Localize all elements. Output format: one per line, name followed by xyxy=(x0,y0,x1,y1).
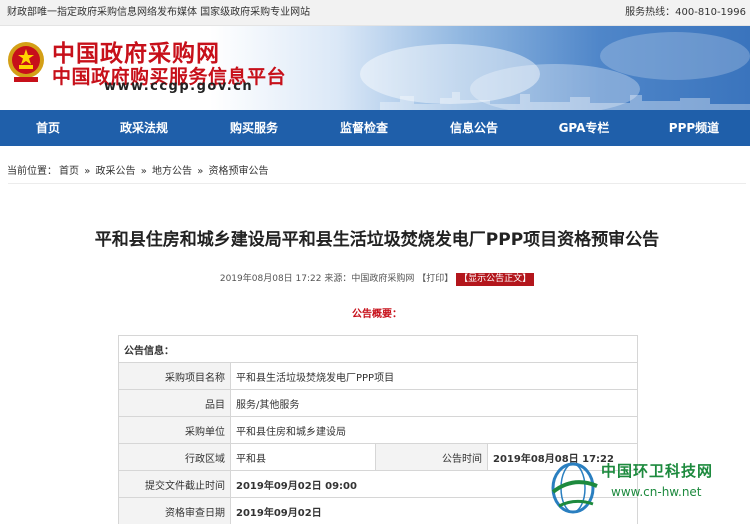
banner-cloud xyxy=(600,32,750,80)
table-row: 公告信息： xyxy=(118,335,638,363)
top-bar-slogan: 财政部唯一指定政府采购信息网络发布媒体 国家级政府采购专业网站 xyxy=(7,7,311,18)
region-value: 平和县 xyxy=(230,443,376,471)
summary-heading: 公告概要： xyxy=(352,309,402,320)
breadcrumb-separator: » xyxy=(140,166,147,177)
project-name-value: 平和县生活垃圾焚烧发电厂PPP项目 xyxy=(230,362,638,390)
breadcrumb-separator: » xyxy=(84,166,91,177)
banner-skyline-graphic xyxy=(380,92,750,110)
publish-time-label: 公告时间 xyxy=(375,443,488,471)
project-name-label: 采购项目名称 xyxy=(118,362,231,390)
top-info-bar: 财政部唯一指定政府采购信息网络发布媒体 国家级政府采购专业网站 服务热线：400… xyxy=(0,0,750,26)
nav-item-purchase-services[interactable]: 购买服务 xyxy=(214,110,294,146)
show-full-text-button[interactable]: 【显示公告正文】 xyxy=(456,273,535,286)
breadcrumb-item-prequalification[interactable]: 资格预审公告 xyxy=(209,166,269,177)
nav-item-supervision[interactable]: 监督检查 xyxy=(324,110,404,146)
nav-item-home[interactable]: 首页 xyxy=(8,110,88,146)
site-logo-title[interactable]: 中国政府采购网 xyxy=(52,42,220,66)
service-hotline: 服务热线：400-810-1996 xyxy=(625,7,746,18)
article-date: 2019年08月08日 17:22 xyxy=(219,274,322,284)
breadcrumb-item-local-announcements[interactable]: 地方公告 xyxy=(152,166,192,177)
site-logo-url: www.ccgp.gov.cn xyxy=(104,79,254,94)
breadcrumb: 当前位置： 首页 » 政采公告 » 地方公告 » 资格预审公告 xyxy=(7,165,271,179)
table-row: 采购项目名称 平和县生活垃圾焚烧发电厂PPP项目 xyxy=(118,362,638,390)
table-row: 采购单位 平和县住房和城乡建设局 xyxy=(118,416,638,444)
breadcrumb-prefix: 当前位置： xyxy=(7,166,57,177)
table-row: 品目 服务/其他服务 xyxy=(118,389,638,417)
nav-item-regulations[interactable]: 政采法规 xyxy=(104,110,184,146)
article-title: 平和县住房和城乡建设局平和县生活垃圾焚烧发电厂PPP项目资格预审公告 xyxy=(94,230,660,250)
main-navigation: 首页 政采法规 购买服务 监督检查 信息公告 GPA专栏 PPP频道 xyxy=(0,110,750,146)
watermark-title: 中国环卫科技网 xyxy=(601,462,714,480)
purchasing-unit-value: 平和县住房和城乡建设局 xyxy=(230,416,638,444)
site-header-banner: 中国政府采购网 中国政府购买服务信息平台 xyxy=(0,26,750,110)
nav-item-ppp[interactable]: PPP频道 xyxy=(654,110,734,146)
nav-item-gpa[interactable]: GPA专栏 xyxy=(544,110,624,146)
breadcrumb-item-home[interactable]: 首页 xyxy=(59,166,79,177)
category-value: 服务/其他服务 xyxy=(230,389,638,417)
watermark-url: www.cn-hw.net xyxy=(611,485,702,499)
purchasing-unit-label: 采购单位 xyxy=(118,416,231,444)
deadline-label: 提交文件截止时间 xyxy=(118,470,231,498)
print-link[interactable]: 【打印】 xyxy=(417,274,453,284)
national-emblem-icon xyxy=(8,42,44,82)
breadcrumb-item-gov-announcements[interactable]: 政采公告 xyxy=(96,166,136,177)
review-date-label: 资格审查日期 xyxy=(118,497,231,524)
article-meta: 2019年08月08日 17:22 来源：中国政府采购网 【打印】 【显示公告正… xyxy=(8,272,746,286)
breadcrumb-separator: » xyxy=(197,166,204,177)
nav-item-announcements[interactable]: 信息公告 xyxy=(434,110,514,146)
article-source: 来源：中国政府采购网 xyxy=(324,274,415,284)
region-label: 行政区域 xyxy=(118,443,231,471)
category-label: 品目 xyxy=(118,389,231,417)
info-table-header: 公告信息： xyxy=(118,335,638,363)
